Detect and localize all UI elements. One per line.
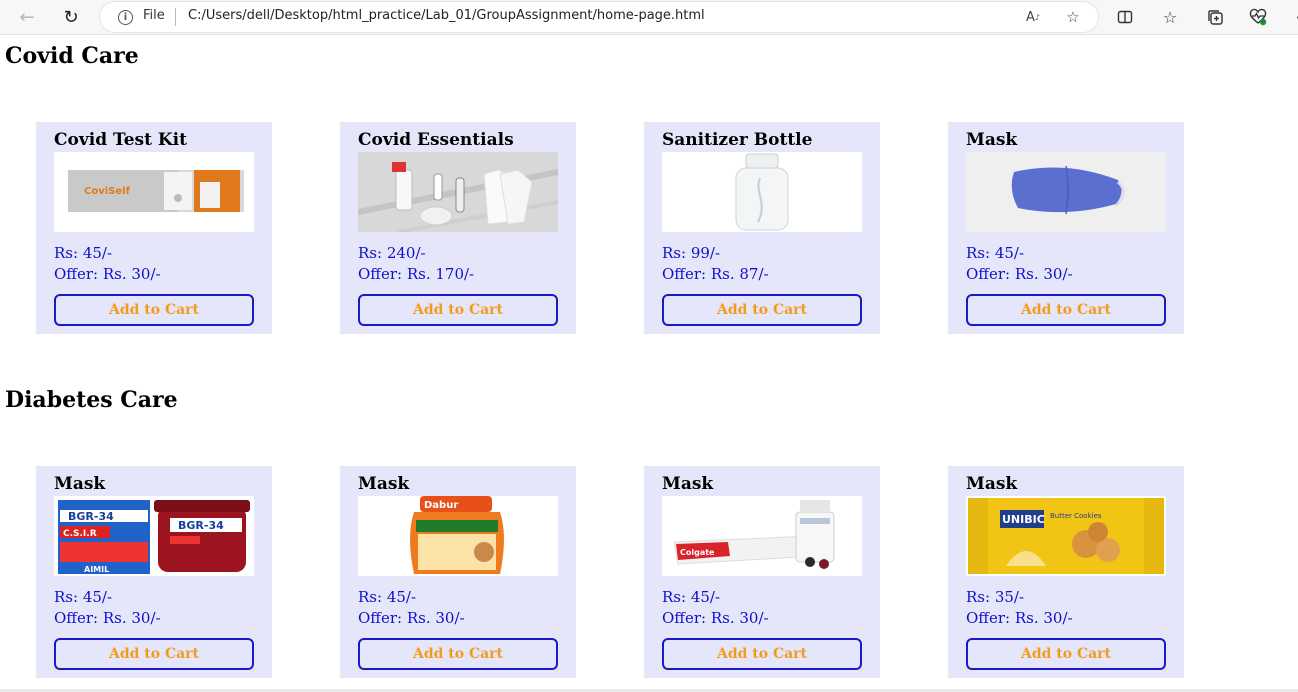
add-to-cart-button[interactable]: Add to Cart [966, 638, 1166, 670]
price-text: Rs: 99/- [662, 244, 721, 262]
product-title: Mask [966, 130, 1018, 150]
mask-image[interactable] [966, 152, 1166, 232]
address-bar[interactable]: i File C:/Users/dell/Desktop/html_practi… [100, 2, 1098, 32]
sanitizer-bottle-image[interactable] [662, 152, 862, 232]
more-icon[interactable]: · [1286, 5, 1298, 29]
product-title: Sanitizer Bottle [662, 130, 813, 150]
file-label: File [143, 8, 165, 23]
product-card: Mask BGR-34 C.S.I.R AIMIL BGR-34 Rs: 45/… [36, 466, 272, 678]
butter-cookies-text: Butter Cookies [1050, 512, 1102, 520]
product-card: Covid Essentials Rs: 240/- Offer: Rs. 17… [340, 122, 576, 334]
offer-text: Offer: Rs. 30/- [358, 609, 465, 627]
add-to-cart-button[interactable]: Add to Cart [54, 638, 254, 670]
browser-essentials-icon[interactable] [1246, 5, 1270, 29]
price-text: Rs: 45/- [358, 588, 417, 606]
back-arrow-icon[interactable]: ← [14, 5, 40, 29]
favorites-icon[interactable]: ☆ [1158, 5, 1182, 29]
add-to-cart-button[interactable]: Add to Cart [358, 294, 558, 326]
add-to-cart-button[interactable]: Add to Cart [966, 294, 1166, 326]
favorite-star-icon[interactable]: ☆ [1062, 6, 1084, 28]
product-card: Mask Colgate Rs: 45/- Offer: Rs. 30/- Ad… [644, 466, 880, 678]
offer-text: Offer: Rs. 30/- [54, 265, 161, 283]
add-to-cart-button[interactable]: Add to Cart [662, 638, 862, 670]
split-screen-icon[interactable] [1113, 5, 1137, 29]
section-heading-diabetes-care: Diabetes Care [5, 387, 178, 413]
price-text: Rs: 240/- [358, 244, 426, 262]
bgr34-box-text: BGR-34 [68, 510, 114, 523]
product-card: Mask Dabur Rs: 45/- Offer: Rs. 30/- Add … [340, 466, 576, 678]
price-text: Rs: 45/- [966, 244, 1025, 262]
price-text: Rs: 45/- [54, 588, 113, 606]
add-to-cart-button[interactable]: Add to Cart [662, 294, 862, 326]
refresh-icon[interactable]: ↻ [58, 5, 84, 29]
bgr-34-image[interactable]: BGR-34 C.S.I.R AIMIL BGR-34 [54, 496, 254, 576]
dabur-logo-text: Dabur [424, 500, 458, 511]
page-viewport: Covid Care Covid Test Kit CoviSelf Rs: 4… [0, 34, 1298, 690]
offer-text: Offer: Rs. 87/- [662, 265, 769, 283]
offer-text: Offer: Rs. 30/- [966, 609, 1073, 627]
product-title: Mask [966, 474, 1018, 494]
price-text: Rs: 45/- [662, 588, 721, 606]
product-title: Mask [358, 474, 410, 494]
address-separator [175, 8, 176, 26]
product-title: Covid Test Kit [54, 130, 187, 150]
product-card: Mask Rs: 45/- Offer: Rs. 30/- Add to Car… [948, 122, 1184, 334]
toothpaste-image[interactable]: Colgate [662, 496, 862, 576]
covid-test-kit-image[interactable]: CoviSelf [54, 152, 254, 232]
price-text: Rs: 45/- [54, 244, 113, 262]
product-title: Covid Essentials [358, 130, 514, 150]
product-card: Sanitizer Bottle Rs: 99/- Offer: Rs. 87/… [644, 122, 880, 334]
aimil-text: AIMIL [84, 565, 109, 574]
cookies-image[interactable]: UNIBIC Butter Cookies [966, 496, 1166, 576]
product-card: Mask UNIBIC Butter Cookies Rs: 35/- Offe… [948, 466, 1184, 678]
offer-text: Offer: Rs. 30/- [966, 265, 1073, 283]
offer-text: Offer: Rs. 30/- [54, 609, 161, 627]
price-text: Rs: 35/- [966, 588, 1025, 606]
info-icon[interactable]: i [118, 10, 133, 25]
bgr34-jar-text: BGR-34 [178, 519, 224, 532]
unibic-logo-text: UNIBIC [1002, 513, 1045, 526]
browser-toolbar: ← ↻ i File C:/Users/dell/Desktop/html_pr… [0, 0, 1298, 34]
csir-text: C.S.I.R [63, 529, 97, 539]
read-aloud-icon[interactable]: A ♪ [1022, 6, 1044, 28]
offer-text: Offer: Rs. 170/- [358, 265, 475, 283]
collections-icon[interactable] [1203, 5, 1227, 29]
product-title: Mask [662, 474, 714, 494]
covid-essentials-image[interactable] [358, 152, 558, 232]
section-heading-covid-care: Covid Care [5, 43, 139, 69]
product-card: Covid Test Kit CoviSelf Rs: 45/- Offer: … [36, 122, 272, 334]
coviself-logo-text: CoviSelf [84, 186, 131, 197]
add-to-cart-button[interactable]: Add to Cart [54, 294, 254, 326]
chyawanprakash-image[interactable]: Dabur [358, 496, 558, 576]
add-to-cart-button[interactable]: Add to Cart [358, 638, 558, 670]
colgate-logo-text: Colgate [680, 548, 715, 557]
offer-text: Offer: Rs. 30/- [662, 609, 769, 627]
url-text[interactable]: C:/Users/dell/Desktop/html_practice/Lab_… [188, 8, 705, 23]
product-title: Mask [54, 474, 106, 494]
